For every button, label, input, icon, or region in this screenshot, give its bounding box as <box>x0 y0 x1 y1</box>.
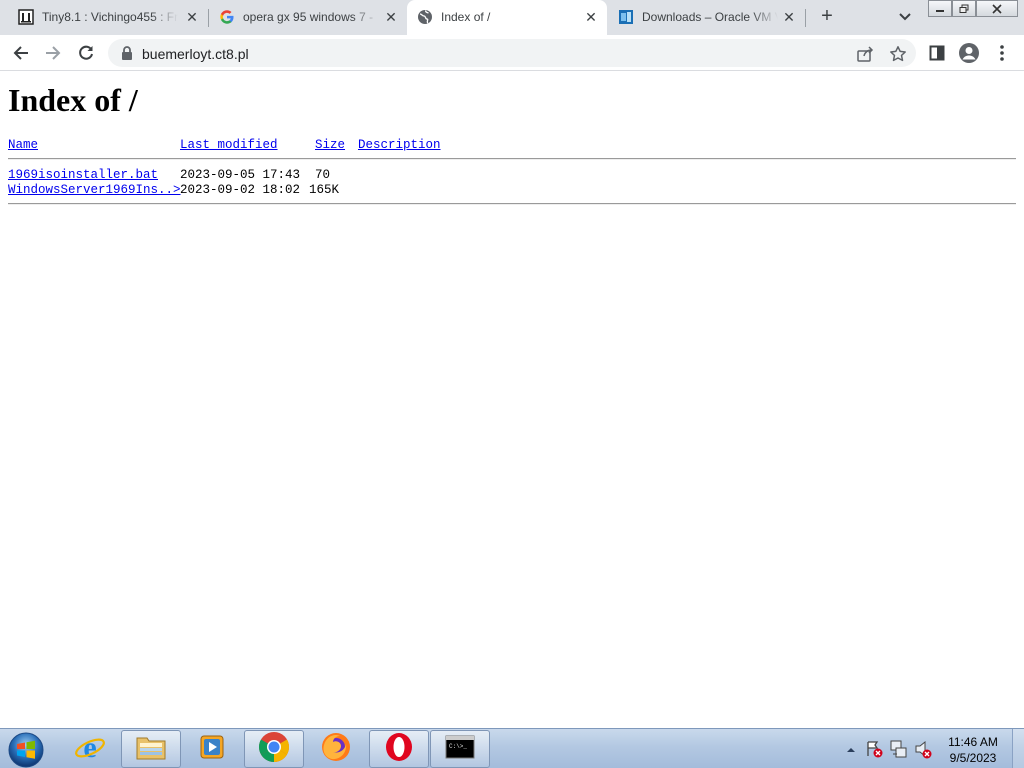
file-size: 165K <box>309 183 340 197</box>
close-window-button[interactable] <box>976 0 1018 17</box>
taskbar-media-player[interactable] <box>182 730 242 768</box>
reload-button[interactable] <box>73 40 99 66</box>
tab-close-icon[interactable]: ✕ <box>383 9 399 25</box>
show-hidden-icons-button[interactable] <box>845 729 857 768</box>
taskbar-firefox[interactable] <box>306 730 366 768</box>
svg-text:e: e <box>83 731 96 763</box>
browser-toolbar: buemerloyt.ct8.pl <box>0 35 1024 71</box>
tab-oracle-vm[interactable]: Downloads – Oracle VM V ✕ <box>608 0 806 35</box>
taskbar-opera[interactable] <box>369 730 429 768</box>
tab-title: opera gx 95 windows 7 - <box>243 10 374 24</box>
tab-close-icon[interactable]: ✕ <box>184 9 200 25</box>
tab-archive[interactable]: Tiny8.1 : Vichingo455 : Fr ✕ <box>8 0 208 35</box>
tab-title: Downloads – Oracle VM V <box>642 10 778 24</box>
back-button[interactable] <box>8 40 34 66</box>
tab-strip: Tiny8.1 : Vichingo455 : Fr ✕ opera gx 95… <box>0 0 1024 35</box>
tab-close-icon[interactable]: ✕ <box>583 9 599 25</box>
tab-search-chevron-icon[interactable] <box>895 6 915 26</box>
minimize-button[interactable] <box>928 0 952 17</box>
tab-title: Tiny8.1 : Vichingo455 : Fr <box>42 10 178 24</box>
internet-explorer-icon: e <box>74 731 106 768</box>
url-text[interactable]: buemerloyt.ct8.pl <box>142 46 249 62</box>
clock-date: 9/5/2023 <box>949 751 997 765</box>
opera-icon <box>383 731 415 768</box>
file-explorer-icon <box>135 732 167 767</box>
divider <box>8 203 1016 205</box>
media-player-icon <box>197 732 227 767</box>
page-content: Index of / Name Last modified Size Descr… <box>0 72 1024 728</box>
network-icon[interactable] <box>890 729 908 768</box>
firefox-icon <box>320 731 352 768</box>
archive-org-icon <box>18 9 34 25</box>
lock-icon[interactable] <box>120 45 134 61</box>
column-header-last-modified[interactable]: Last modified <box>180 138 278 152</box>
file-link-windowsserver1969[interactable]: WindowsServer1969Ins..> <box>8 183 181 197</box>
action-center-flag-icon[interactable] <box>866 729 884 768</box>
column-header-name[interactable]: Name <box>8 138 38 152</box>
page-title: Index of / <box>8 82 138 118</box>
taskbar-command-prompt[interactable]: C:\>_ <box>430 730 490 768</box>
tab-title: Index of / <box>441 10 491 24</box>
share-icon[interactable] <box>856 45 874 63</box>
system-clock[interactable]: 11:46 AM 9/5/2023 <box>938 734 1008 766</box>
tab-google-search[interactable]: opera gx 95 windows 7 - ✕ <box>209 0 405 35</box>
menu-kebab-icon[interactable] <box>989 40 1015 66</box>
tab-close-icon[interactable]: ✕ <box>781 9 797 25</box>
file-modified-date: 2023-09-02 18:02 <box>180 183 301 197</box>
forward-button[interactable] <box>40 40 66 66</box>
file-modified-date: 2023-09-05 17:43 <box>180 168 301 182</box>
taskbar-chrome[interactable] <box>244 730 304 768</box>
column-header-size[interactable]: Size <box>315 138 345 152</box>
file-link-1969isoinstaller[interactable]: 1969isoinstaller.bat <box>8 168 158 182</box>
column-header-description[interactable]: Description <box>358 138 441 152</box>
start-button[interactable] <box>7 731 45 768</box>
file-size: 70 <box>315 168 331 182</box>
new-tab-button[interactable]: + <box>815 5 839 29</box>
virtualbox-icon <box>618 9 634 25</box>
tab-index-of[interactable]: Index of / ✕ <box>407 0 607 35</box>
clock-time: 11:46 AM <box>948 735 998 749</box>
globe-icon <box>417 9 433 25</box>
bookmark-star-icon[interactable] <box>889 45 907 63</box>
show-desktop-button[interactable] <box>1012 729 1024 768</box>
tab-separator <box>805 9 806 27</box>
profile-avatar-icon[interactable] <box>956 40 982 66</box>
volume-muted-icon[interactable] <box>914 729 932 768</box>
windows-taskbar: e C:\>_ 11:46 AM 9/5/2023 <box>0 728 1024 768</box>
taskbar-file-explorer[interactable] <box>121 730 181 768</box>
svg-text:C:\>_: C:\>_ <box>449 743 467 750</box>
address-bar[interactable]: buemerloyt.ct8.pl <box>108 39 916 67</box>
taskbar-internet-explorer[interactable]: e <box>60 730 120 768</box>
side-panel-button[interactable] <box>924 40 950 66</box>
google-g-icon <box>219 9 235 25</box>
chrome-icon <box>258 731 290 768</box>
restore-button[interactable] <box>952 0 976 17</box>
divider <box>8 158 1016 160</box>
command-prompt-icon: C:\>_ <box>445 735 475 764</box>
